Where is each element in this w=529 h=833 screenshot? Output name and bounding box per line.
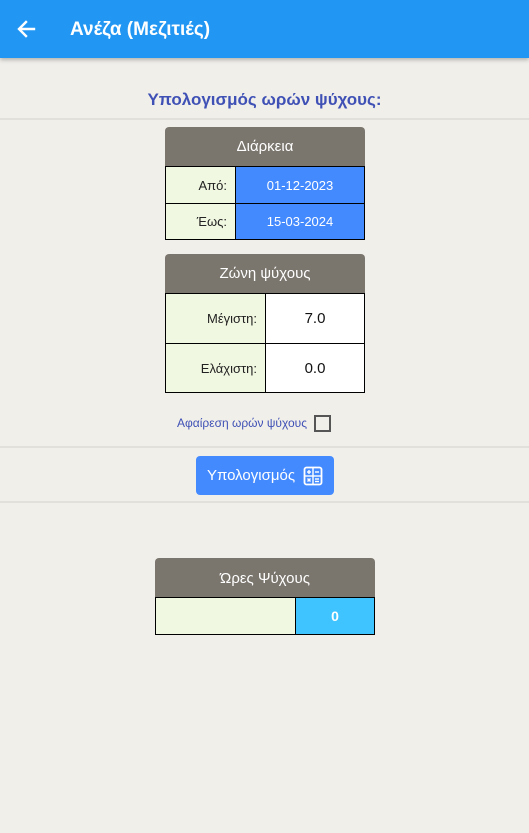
to-label: Έως:: [165, 203, 236, 240]
chill-zone-header: Ζώνη ψύχους: [165, 254, 365, 293]
arrow-back-icon: [17, 20, 36, 38]
chill-hours-value: 0: [295, 597, 375, 635]
app-bar: Ανέζα (Μεζιτιές): [0, 0, 529, 58]
calculate-button[interactable]: Υπολογισμός: [196, 456, 334, 495]
section-title: Υπολογισμός ωρών ψύχους:: [147, 90, 382, 109]
divider: [0, 446, 529, 448]
subtract-label: Αφαίρεση ωρών ψύχους: [177, 416, 307, 430]
back-button[interactable]: [13, 16, 39, 42]
calculator-icon: [303, 466, 323, 485]
chill-hours-label-cell: [155, 597, 296, 635]
subtract-row: Αφαίρεση ωρών ψύχους: [177, 413, 331, 433]
to-date-field[interactable]: 15-03-2024: [235, 203, 365, 240]
divider: [0, 118, 529, 120]
subtract-checkbox[interactable]: [314, 414, 331, 432]
max-label: Μέγιστη:: [165, 293, 266, 344]
chill-hours-header: Ώρες Ψύχους: [155, 558, 375, 598]
min-label: Ελάχιστη:: [165, 343, 266, 393]
duration-header: Διάρκεια: [165, 127, 365, 166]
divider: [0, 501, 529, 503]
page-title: Ανέζα (Μεζιτιές): [70, 19, 211, 40]
max-temperature-input[interactable]: 7.0: [265, 293, 365, 344]
calculate-button-label: Υπολογισμός: [206, 467, 296, 484]
from-date-field[interactable]: 01-12-2023: [235, 166, 365, 204]
min-temperature-input[interactable]: 0.0: [265, 343, 365, 393]
from-label: Από:: [165, 166, 236, 204]
